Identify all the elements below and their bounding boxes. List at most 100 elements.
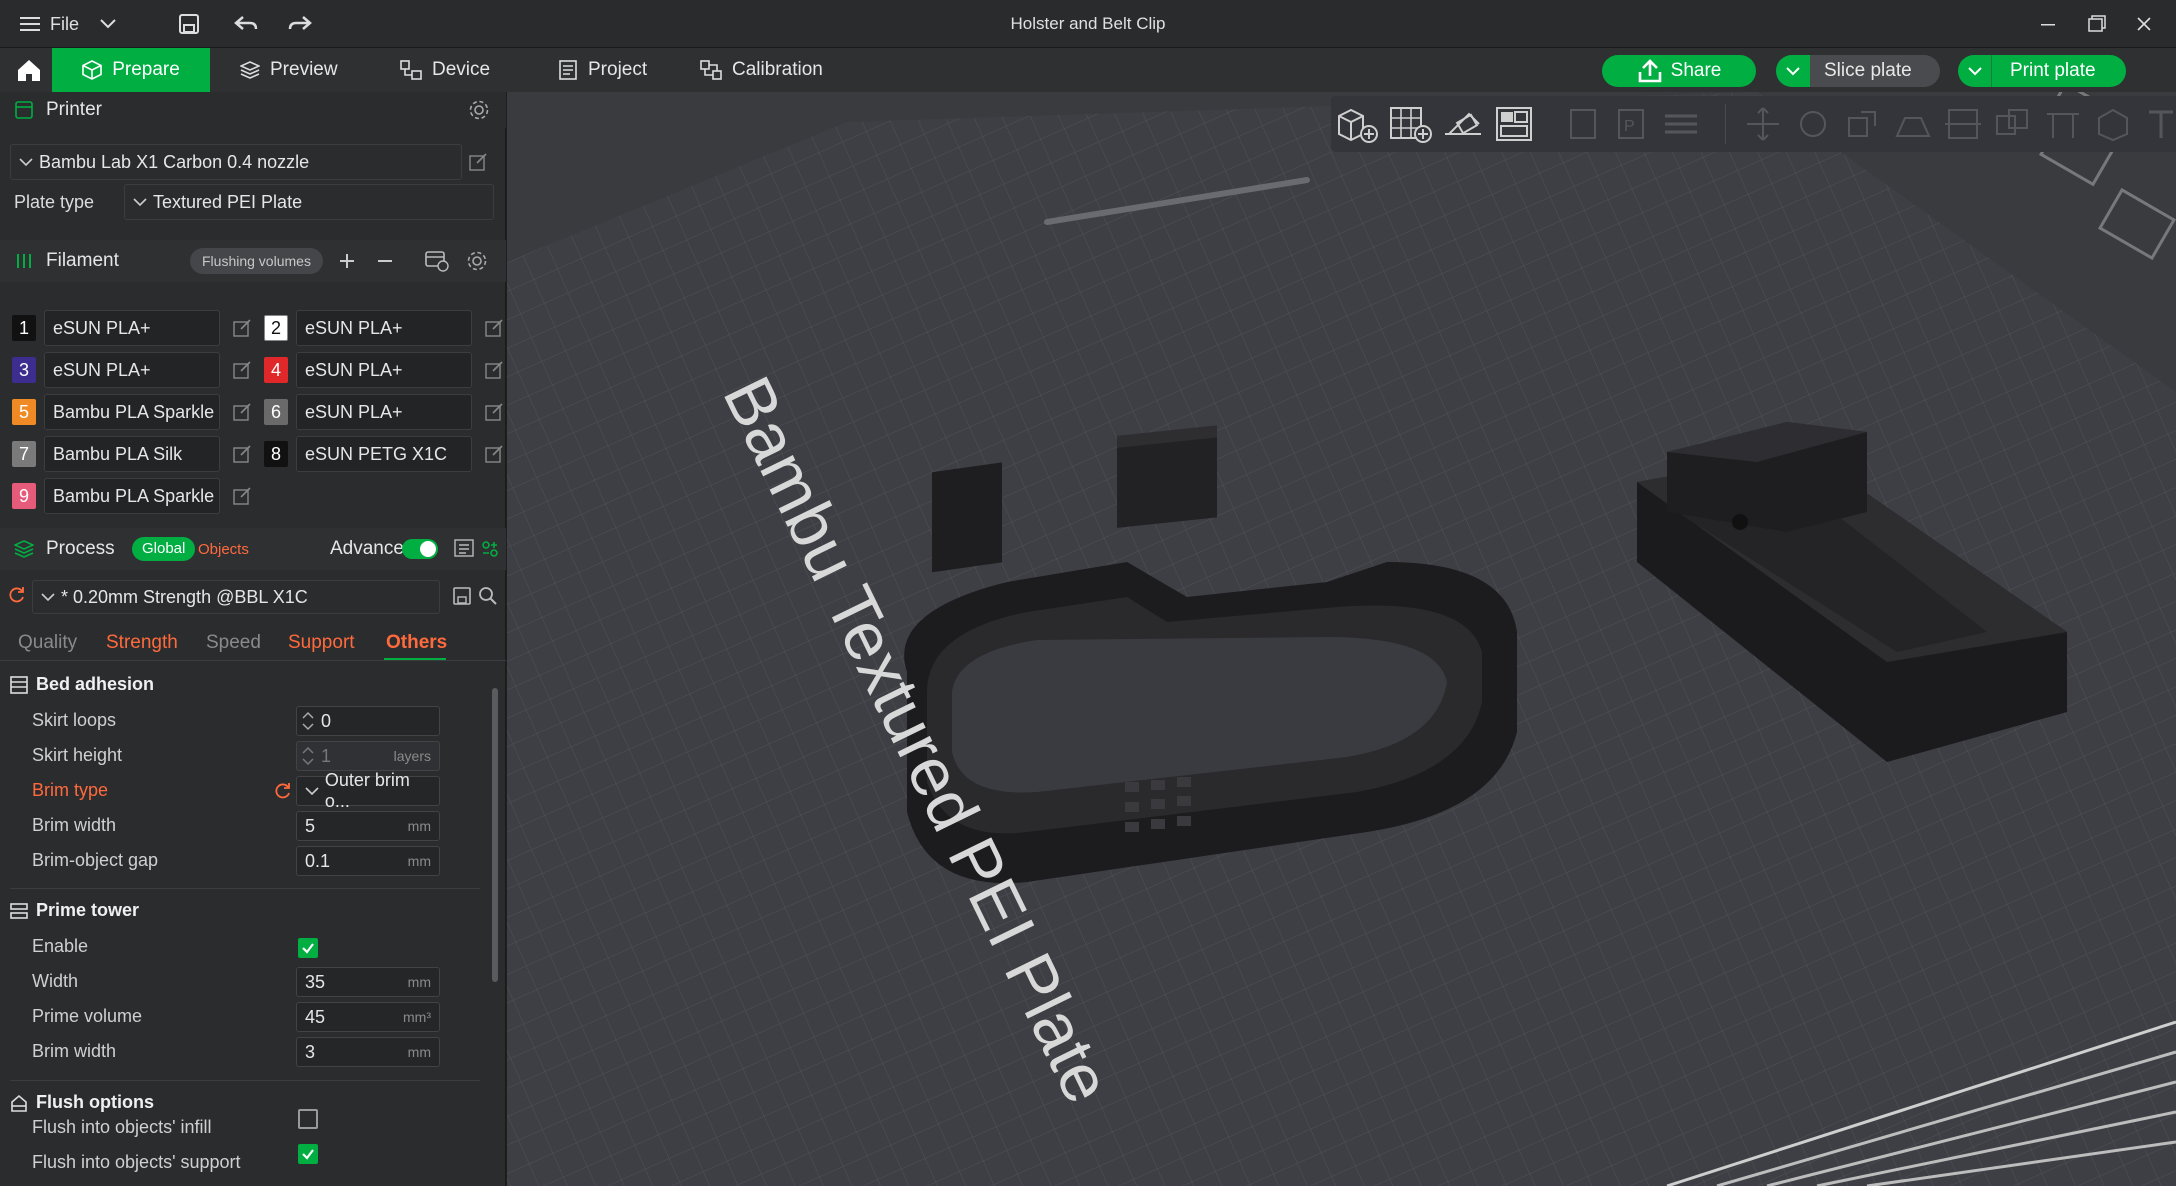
slice-dropdown[interactable] [1776, 55, 1810, 87]
filament-color-swatch[interactable]: 4 [264, 357, 288, 383]
filament-color-swatch[interactable]: 5 [12, 399, 36, 425]
stepper-icon[interactable] [301, 746, 315, 766]
filament-select[interactable]: Bambu PLA Sparkle [44, 478, 220, 514]
tab-device[interactable]: Device [386, 48, 504, 92]
filament-select[interactable]: eSUN PETG X1C [296, 436, 472, 472]
close-button[interactable] [2136, 0, 2152, 48]
save-preset-icon[interactable] [452, 586, 472, 606]
arrange-icon[interactable] [1491, 104, 1539, 144]
filament-select[interactable]: Bambu PLA Silk [44, 436, 220, 472]
home-button[interactable] [8, 48, 48, 92]
undo-button[interactable] [234, 0, 258, 48]
save-button[interactable] [178, 0, 200, 48]
filament-edit-icon[interactable] [484, 402, 504, 422]
flush-infill-label: Flush into objects' infill [32, 1117, 212, 1137]
save-icon [179, 14, 199, 34]
bed-adhesion-title: Bed adhesion [36, 674, 155, 694]
search-icon[interactable] [478, 586, 498, 606]
flushing-volumes-button[interactable]: Flushing volumes [190, 248, 323, 274]
home-icon [18, 60, 40, 81]
redo-button[interactable] [288, 0, 312, 48]
reset-icon[interactable] [8, 586, 26, 604]
tab-calibration[interactable]: Calibration [686, 48, 837, 92]
group-divider [10, 888, 480, 889]
brim-type-select[interactable]: Outer brim o... [296, 770, 440, 811]
filament-edit-icon[interactable] [484, 318, 504, 338]
filament-select[interactable]: eSUN PLA+ [44, 310, 220, 346]
printer-settings-gear-icon[interactable] [468, 99, 490, 121]
file-menu[interactable]: File [20, 0, 79, 48]
printer-edit-icon[interactable] [468, 152, 488, 172]
file-menu-dropdown[interactable] [100, 0, 116, 48]
move-icon [1747, 107, 1779, 141]
printer-select[interactable]: Bambu Lab X1 Carbon 0.4 nozzle [10, 144, 462, 180]
prime-brim-width-input[interactable]: 3 mm [296, 1037, 440, 1067]
subtab-quality[interactable]: Quality [18, 632, 77, 654]
brim-width-input[interactable]: 5 mm [296, 811, 440, 841]
skirt-height-input[interactable]: 1 layers [296, 741, 440, 771]
compare-icon[interactable] [480, 539, 500, 559]
flush-infill-checkbox[interactable] [298, 1109, 318, 1129]
3d-viewport[interactable]: Bambu Textured PEI Plate P [507, 92, 2176, 1186]
seam-paint-icon [2098, 108, 2128, 142]
process-preset-select[interactable]: * 0.20mm Strength @BBL X1C [32, 580, 440, 614]
tab-project[interactable]: Project [544, 48, 661, 92]
filament-select[interactable]: eSUN PLA+ [296, 394, 472, 430]
auto-orient-icon[interactable] [1439, 104, 1487, 144]
filament-color-swatch[interactable]: 9 [12, 483, 36, 509]
filament-color-swatch[interactable]: 8 [264, 441, 288, 467]
brim-type-reset-icon[interactable] [274, 782, 292, 800]
filament-color-swatch[interactable]: 7 [12, 441, 36, 467]
objects-toggle[interactable]: Objects [198, 541, 249, 558]
filament-color-swatch[interactable]: 2 [264, 315, 288, 341]
filament-edit-icon[interactable] [484, 444, 504, 464]
list-view-icon[interactable] [454, 539, 476, 559]
filament-select[interactable]: eSUN PLA+ [44, 352, 220, 388]
minimize-button[interactable] [2040, 0, 2056, 48]
prime-enable-checkbox[interactable] [298, 938, 318, 958]
maximize-button[interactable] [2088, 0, 2106, 48]
advance-switch[interactable] [402, 539, 438, 559]
filament-color-swatch[interactable]: 1 [12, 315, 36, 341]
skirt-loops-input[interactable]: 0 [296, 706, 440, 736]
filament-settings-gear-icon[interactable] [466, 250, 488, 272]
brim-object-gap-input[interactable]: 0.1 mm [296, 846, 440, 876]
prime-volume-input[interactable]: 45 mm³ [296, 1002, 440, 1032]
add-object-icon[interactable] [1335, 104, 1383, 144]
global-toggle[interactable]: Global [132, 537, 196, 561]
build-plate-scene[interactable]: Bambu Textured PEI Plate [507, 92, 2176, 1186]
filament-color-swatch[interactable]: 6 [264, 399, 288, 425]
tab-preview[interactable]: Preview [226, 48, 352, 92]
prime-width-input[interactable]: 35 mm [296, 967, 440, 997]
share-button[interactable]: Share [1602, 55, 1756, 87]
stepper-icon[interactable] [301, 711, 315, 731]
sync-filament-icon[interactable] [425, 250, 449, 272]
flush-support-checkbox[interactable] [298, 1144, 318, 1164]
slice-plate-button[interactable]: Slice plate [1776, 55, 1940, 87]
filament-edit-icon[interactable] [232, 402, 252, 422]
subtab-speed[interactable]: Speed [206, 632, 261, 654]
filament-select[interactable]: eSUN PLA+ [296, 310, 472, 346]
filament-select[interactable]: eSUN PLA+ [296, 352, 472, 388]
print-dropdown[interactable] [1958, 55, 1992, 87]
tab-prepare-label: Prepare [112, 59, 180, 80]
subtab-support[interactable]: Support [288, 632, 355, 654]
print-plate-button[interactable]: Print plate [1958, 55, 2126, 87]
filament-edit-icon[interactable] [232, 318, 252, 338]
subtab-others[interactable]: Others [386, 632, 447, 654]
add-filament-icon[interactable] [338, 252, 356, 270]
add-plate-icon[interactable] [1387, 104, 1435, 144]
filament-edit-icon[interactable] [232, 444, 252, 464]
tab-prepare[interactable]: Prepare [52, 48, 210, 92]
filament-color-swatch[interactable]: 3 [12, 357, 36, 383]
redo-icon [288, 16, 312, 30]
subtab-strength[interactable]: Strength [106, 632, 178, 654]
lay-on-face-icon [1895, 117, 1931, 137]
filament-edit-icon[interactable] [232, 486, 252, 506]
filament-edit-icon[interactable] [232, 360, 252, 380]
filament-select[interactable]: Bambu PLA Sparkle [44, 394, 220, 430]
settings-scrollbar[interactable] [492, 688, 498, 982]
plate-type-select[interactable]: Textured PEI Plate [124, 184, 494, 220]
filament-edit-icon[interactable] [484, 360, 504, 380]
remove-filament-icon[interactable] [376, 252, 394, 270]
